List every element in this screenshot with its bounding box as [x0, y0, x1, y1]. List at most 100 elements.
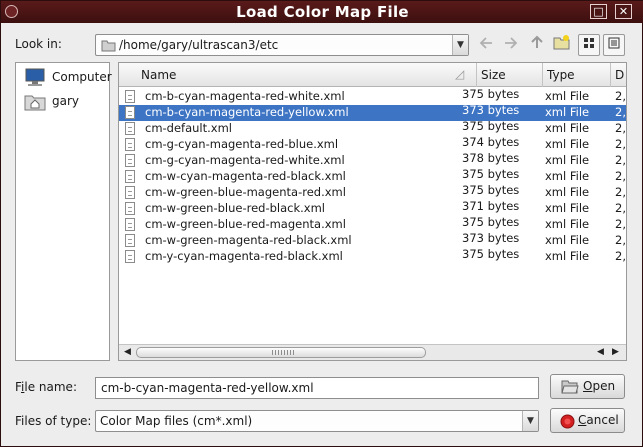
scroll-right-icon[interactable]: ▶ — [609, 346, 622, 359]
home-folder-icon — [24, 92, 46, 115]
file-type-cell: xml File — [545, 121, 590, 135]
table-row[interactable]: cm-w-green-blue-red-black.xml 371 bytes xm… — [119, 199, 626, 217]
sort-indicator-icon: ◿ — [455, 67, 465, 81]
maximize-button[interactable]: □ — [590, 4, 607, 19]
xml-file-icon — [125, 170, 135, 183]
file-date-cell: 2, — [615, 185, 626, 199]
cancel-button-label: Cancel — [578, 413, 619, 427]
xml-file-icon — [125, 138, 135, 151]
file-type-combo[interactable]: Color Map files (cm*.xml) ▼ — [95, 410, 539, 432]
file-date-cell: 2, — [615, 169, 626, 183]
file-list[interactable]: Name ◿ Size Type D cm-b-cyan-magenta-red… — [118, 62, 627, 361]
back-arrow-icon[interactable] — [475, 34, 497, 56]
table-row[interactable]: cm-w-cyan-magenta-red-black.xml 375 bytes… — [119, 167, 626, 185]
cancel-button[interactable]: Cancel — [550, 408, 625, 433]
places-sidebar: Computer gary — [15, 62, 112, 361]
file-name-cell: cm-default.xml — [145, 121, 232, 135]
file-size-cell: 375 bytes — [462, 119, 520, 133]
file-size-cell: 375 bytes — [462, 215, 520, 229]
file-name-cell: cm-b-cyan-magenta-red-yellow.xml — [145, 105, 349, 119]
file-date-cell: 2, — [615, 121, 626, 135]
title-bar[interactable]: Load Color Map File □ ✕ — [1, 1, 643, 23]
file-type-cell: xml File — [545, 169, 590, 183]
column-size[interactable]: Size — [477, 63, 543, 87]
file-name-input[interactable]: cm-b-cyan-magenta-red-yellow.xml — [95, 377, 539, 399]
table-row[interactable]: cm-y-cyan-magenta-red-black.xml 375 bytes… — [119, 247, 626, 265]
file-name-cell: cm-b-cyan-magenta-red-white.xml — [145, 89, 345, 103]
list-view-icon[interactable] — [578, 34, 600, 56]
file-date-cell: 2, — [615, 201, 626, 215]
table-row[interactable]: cm-w-green-blue-red-magenta.xml 375 bytes… — [119, 215, 626, 233]
forward-arrow-icon[interactable] — [500, 34, 522, 56]
file-type-label: Files of type: — [15, 414, 92, 428]
open-folder-icon — [561, 379, 579, 397]
table-row[interactable]: cm-w-green-magenta-red-black.xml 373 byte… — [119, 231, 626, 249]
file-type-cell: xml File — [545, 217, 590, 231]
file-name-cell: cm-g-cyan-magenta-red-white.xml — [145, 153, 345, 167]
folder-icon — [101, 39, 116, 55]
table-row[interactable]: cm-g-cyan-magenta-red-blue.xml 374 bytes x… — [119, 135, 626, 153]
file-date-cell: 2, — [615, 89, 626, 103]
file-type-cell: xml File — [545, 89, 590, 103]
file-name-cell: cm-w-green-blue-red-magenta.xml — [145, 217, 346, 231]
scroll-left-icon[interactable]: ◀ — [121, 346, 134, 359]
file-size-cell: 371 bytes — [462, 199, 520, 213]
computer-icon — [24, 68, 46, 91]
file-size-cell: 375 bytes — [462, 87, 520, 101]
load-color-map-dialog: Load Color Map File □ ✕ Look in: /home/g… — [0, 0, 643, 447]
file-name-cell: cm-y-cyan-magenta-red-black.xml — [145, 249, 343, 263]
file-date-cell: 2, — [615, 153, 626, 167]
open-button-label: Open — [583, 379, 616, 393]
file-name-cell: cm-w-cyan-magenta-red-black.xml — [145, 169, 346, 183]
table-row[interactable]: cm-g-cyan-magenta-red-white.xml 378 bytes… — [119, 151, 626, 169]
column-date[interactable]: D — [611, 63, 626, 87]
table-row[interactable]: cm-b-cyan-magenta-red-yellow.xml 373 byte… — [119, 103, 626, 121]
file-type-cell: xml File — [545, 185, 590, 199]
xml-file-icon — [125, 122, 135, 135]
file-name-cell: cm-g-cyan-magenta-red-blue.xml — [145, 137, 339, 151]
file-date-cell: 2, — [615, 137, 626, 151]
scrollbar-thumb[interactable] — [136, 347, 426, 358]
file-type-cell: xml File — [545, 249, 590, 263]
file-size-cell: 373 bytes — [462, 231, 520, 245]
up-folder-icon[interactable] — [526, 34, 548, 56]
file-date-cell: 2, — [615, 249, 626, 263]
file-list-header: Name ◿ Size Type D — [119, 63, 626, 87]
file-name-label: File name: — [15, 380, 77, 394]
look-in-path: /home/gary/ultrascan3/etc — [119, 38, 279, 52]
xml-file-icon — [125, 106, 135, 119]
file-size-cell: 375 bytes — [462, 167, 520, 181]
xml-file-icon — [125, 90, 135, 103]
file-date-cell: 2, — [615, 105, 626, 119]
column-type[interactable]: Type — [543, 63, 611, 87]
horizontal-scrollbar[interactable]: ◀ ◀ ▶ — [119, 344, 626, 360]
table-row[interactable]: cm-w-green-blue-magenta-red.xml 375 bytes… — [119, 183, 626, 201]
look-in-label: Look in: — [15, 37, 62, 51]
detail-view-icon[interactable] — [603, 34, 625, 56]
chevron-down-icon[interactable]: ▼ — [522, 411, 538, 431]
xml-file-icon — [125, 250, 135, 263]
xml-file-icon — [125, 154, 135, 167]
open-button[interactable]: Open — [550, 374, 625, 399]
look-in-combo[interactable]: /home/gary/ultrascan3/etc ▼ — [95, 34, 469, 56]
chevron-down-icon[interactable]: ▼ — [452, 35, 468, 55]
file-size-cell: 374 bytes — [462, 135, 520, 149]
file-type-cell: xml File — [545, 153, 590, 167]
table-row[interactable]: cm-default.xml 375 bytes xml File 2, — [119, 119, 626, 137]
scroll-left-icon[interactable]: ◀ — [594, 346, 607, 359]
table-row[interactable]: cm-b-cyan-magenta-red-white.xml 375 bytes… — [119, 87, 626, 105]
sidebar-item-label: Computer — [52, 70, 112, 84]
close-button[interactable]: ✕ — [615, 4, 632, 19]
file-date-cell: 2, — [615, 217, 626, 231]
file-name-cell: cm-w-green-blue-red-black.xml — [145, 201, 325, 215]
file-date-cell: 2, — [615, 233, 626, 247]
new-folder-icon[interactable] — [551, 34, 573, 56]
column-name[interactable]: Name — [119, 63, 477, 87]
file-type-cell: xml File — [545, 233, 590, 247]
cancel-icon — [560, 414, 575, 432]
xml-file-icon — [125, 234, 135, 247]
xml-file-icon — [125, 186, 135, 199]
file-type-cell: xml File — [545, 137, 590, 151]
file-size-cell: 375 bytes — [462, 183, 520, 197]
file-name-cell: cm-w-green-blue-magenta-red.xml — [145, 185, 346, 199]
